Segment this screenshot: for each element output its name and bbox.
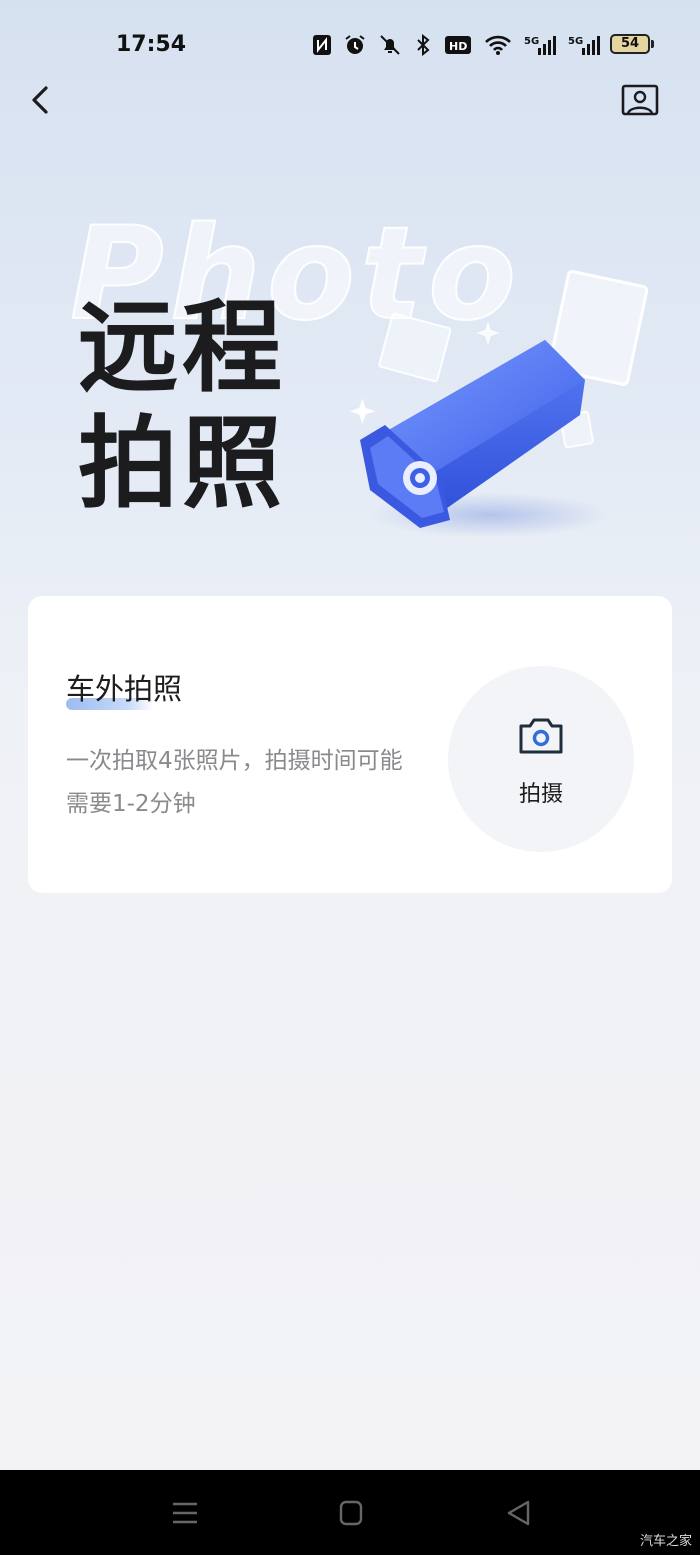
card-title: 车外拍照 (66, 672, 183, 706)
hd-icon: HD (445, 36, 471, 54)
security-camera-illustration (349, 270, 649, 537)
status-icons: HD 5G 5G (312, 33, 600, 57)
battery-indicator: 54 (610, 34, 650, 54)
page-title-line-2: 拍照 (78, 405, 286, 522)
svg-text:5G: 5G (524, 36, 539, 47)
gallery-icon (621, 84, 659, 116)
camera-icon (519, 718, 563, 754)
recent-apps-button[interactable] (168, 1496, 202, 1530)
status-bar: 17:54 HD 5G 5G 54 (0, 0, 700, 90)
card-description: 一次拍取4张照片，拍摄时间可能需要1-2分钟 (66, 748, 403, 817)
back-triangle-icon (507, 1500, 530, 1526)
exterior-photo-card: 车外拍照 一次拍取4张照片，拍摄时间可能需要1-2分钟 拍摄 (28, 596, 672, 893)
home-button[interactable] (334, 1496, 368, 1530)
status-time: 17:54 (116, 32, 187, 57)
hero-banner: Photo 远程 拍照 (0, 190, 700, 570)
mute-icon (380, 35, 400, 55)
page-title: 远程 拍照 (78, 290, 286, 522)
nfc-icon (313, 35, 331, 55)
signal-5g-icon: 5G (568, 36, 600, 55)
shoot-button[interactable]: 拍摄 (448, 666, 634, 852)
svg-text:HD: HD (449, 40, 467, 53)
back-button[interactable] (22, 80, 58, 120)
system-navigation-bar: 汽车之家 (0, 1470, 700, 1555)
card-title-wrap: 车外拍照 (66, 666, 183, 710)
menu-icon (173, 1502, 197, 1524)
page-title-line-1: 远程 (78, 289, 286, 406)
watermark: 汽车之家 (639, 1534, 692, 1549)
bluetooth-icon (417, 34, 430, 56)
alarm-icon (345, 35, 365, 54)
wifi-icon (485, 35, 511, 55)
chevron-left-icon (32, 86, 48, 114)
shoot-button-label: 拍摄 (518, 782, 563, 807)
gallery-button[interactable] (620, 82, 660, 118)
svg-text:5G: 5G (568, 36, 583, 47)
signal-5g-icon: 5G (524, 36, 556, 55)
home-icon (339, 1500, 363, 1526)
system-back-button[interactable] (502, 1496, 536, 1530)
battery-tip (651, 40, 654, 48)
